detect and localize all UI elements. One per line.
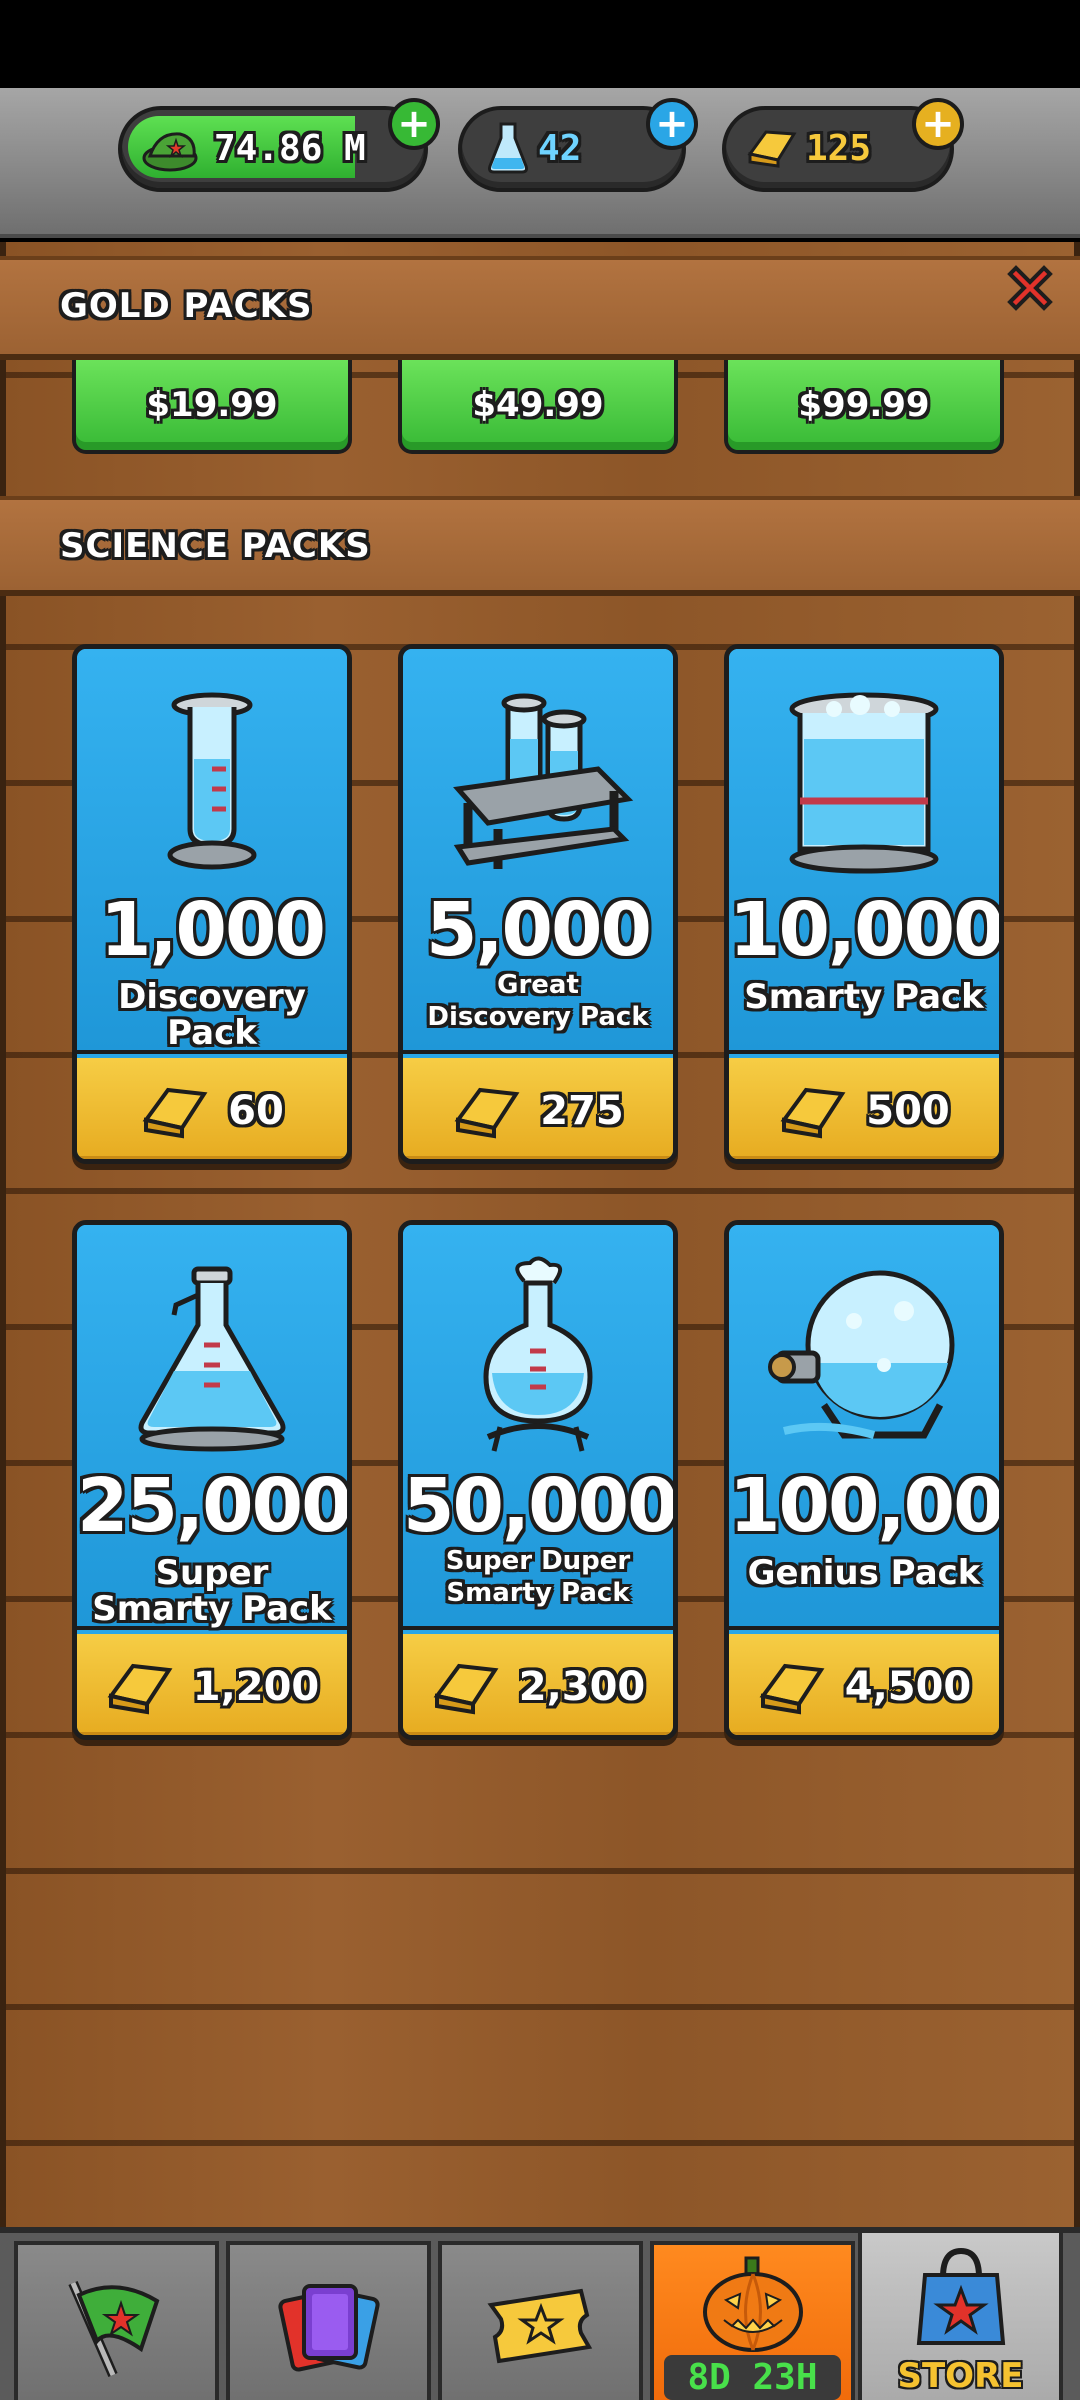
gold-bar-icon [142, 1087, 208, 1139]
pack-cost: 500 [866, 1088, 950, 1134]
ticket-icon [486, 2288, 592, 2363]
bottom-nav: 8D 23H STORE [0, 2227, 1080, 2400]
gold-pack-price-1[interactable]: $19.99 [72, 360, 352, 454]
round-flask-icon [438, 1255, 638, 1455]
add-gold-button[interactable]: + [912, 98, 964, 150]
pack-name: Great Discovery Pack [427, 970, 649, 1032]
gold-value: 125 [806, 128, 872, 169]
tab-tickets[interactable] [438, 2241, 643, 2400]
pack-name: Super Smarty Pack [92, 1553, 332, 1629]
science-pack-card[interactable]: 25,000 Super Smarty Pack 1,200 [72, 1220, 352, 1740]
pack-cost: 1,200 [192, 1664, 320, 1710]
gold-bar-icon [780, 1087, 846, 1139]
science-packs-title: SCIENCE PACKS [60, 526, 371, 566]
science-counter: 42 + [458, 98, 698, 192]
gold-packs-header: GOLD PACKS [0, 256, 1080, 360]
buy-button[interactable]: 500 [729, 1058, 999, 1159]
shopping-bag-icon [916, 2247, 1005, 2345]
pack-amount: 10,000 [729, 887, 1003, 973]
close-button[interactable] [990, 248, 1070, 328]
pack-cost: 4,500 [844, 1664, 972, 1710]
pack-art-panel: 100,000 Genius Pack [729, 1225, 999, 1630]
army-cap-icon [142, 132, 198, 172]
pack-name: Smarty Pack [744, 977, 984, 1017]
event-timer: 8D 23H [664, 2355, 841, 2400]
pack-name: Genius Pack [747, 1553, 981, 1593]
gold-pack-price-2[interactable]: $49.99 [398, 360, 678, 454]
add-cash-button[interactable]: + [388, 98, 440, 150]
science-pack-card[interactable]: 5,000 Great Discovery Pack 275 [398, 644, 678, 1164]
tab-army[interactable] [14, 2241, 219, 2400]
science-packs-header: SCIENCE PACKS [0, 496, 1080, 596]
pack-amount: 5,000 [425, 887, 652, 973]
gold-bar-icon [107, 1663, 173, 1715]
gold-bar-icon [759, 1663, 825, 1715]
pack-cost: 60 [228, 1088, 284, 1134]
close-icon [1007, 265, 1053, 311]
pack-amount: 50,000 [403, 1463, 677, 1549]
science-pack-card[interactable]: 100,000 Genius Pack 4,500 [724, 1220, 1004, 1740]
gold-packs-title: GOLD PACKS [60, 286, 313, 326]
buy-button[interactable]: 60 [77, 1058, 347, 1159]
pack-cost: 275 [540, 1088, 624, 1134]
pack-art-panel: 5,000 Great Discovery Pack [403, 649, 673, 1054]
cards-icon [277, 2283, 380, 2372]
add-science-button[interactable]: + [646, 98, 698, 150]
gold-bar-icon [433, 1663, 499, 1715]
pumpkin-icon [702, 2256, 803, 2352]
pack-art-panel: 10,000 Smarty Pack [729, 649, 999, 1054]
gold-bar-icon [454, 1087, 520, 1139]
pack-amount: 100,000 [729, 1463, 1003, 1549]
pack-cost: 2,300 [518, 1664, 646, 1710]
gold-pack-price-3[interactable]: $99.99 [724, 360, 1004, 454]
science-pack-card[interactable]: 1,000 Discovery Pack 60 [72, 644, 352, 1164]
test-tube-icon [112, 679, 312, 879]
pack-amount: 25,000 [77, 1463, 351, 1549]
pack-art-panel: 25,000 Super Smarty Pack [77, 1225, 347, 1630]
pack-name: Super Duper Smarty Pack [445, 1546, 631, 1608]
buy-button[interactable]: 2,300 [403, 1634, 673, 1735]
pack-art-panel: 1,000 Discovery Pack [77, 649, 347, 1054]
tab-store[interactable]: STORE [858, 2229, 1063, 2400]
science-value: 42 [538, 128, 582, 169]
pack-art-panel: 50,000 Super Duper Smarty Pack [403, 1225, 673, 1630]
sphere-tank-icon [764, 1255, 964, 1455]
cash-counter: 74.86 M + [118, 98, 440, 192]
gold-counter: 125 + [722, 98, 964, 192]
tab-event[interactable]: 8D 23H [650, 2241, 855, 2400]
test-tube-rack-icon [438, 679, 638, 879]
buy-button[interactable]: 4,500 [729, 1634, 999, 1735]
pack-amount: 1,000 [99, 887, 326, 973]
buy-button[interactable]: 1,200 [77, 1634, 347, 1735]
store-label: STORE [897, 2356, 1024, 2396]
tab-cards[interactable] [226, 2241, 431, 2400]
cash-value: 74.86 M [214, 128, 366, 169]
pack-name: Discovery Pack [118, 977, 306, 1053]
flag-icon [67, 2280, 159, 2377]
resource-bar: 74.86 M + 42 + 125 + [0, 88, 1080, 238]
science-pack-card[interactable]: 10,000 Smarty Pack 500 [724, 644, 1004, 1164]
beaker-icon [764, 679, 964, 879]
flask-icon [488, 122, 528, 174]
buy-button[interactable]: 275 [403, 1058, 673, 1159]
science-pack-card[interactable]: 50,000 Super Duper Smarty Pack 2,300 [398, 1220, 678, 1740]
erlenmeyer-flask-icon [112, 1255, 312, 1455]
gold-bar-icon [747, 130, 797, 168]
